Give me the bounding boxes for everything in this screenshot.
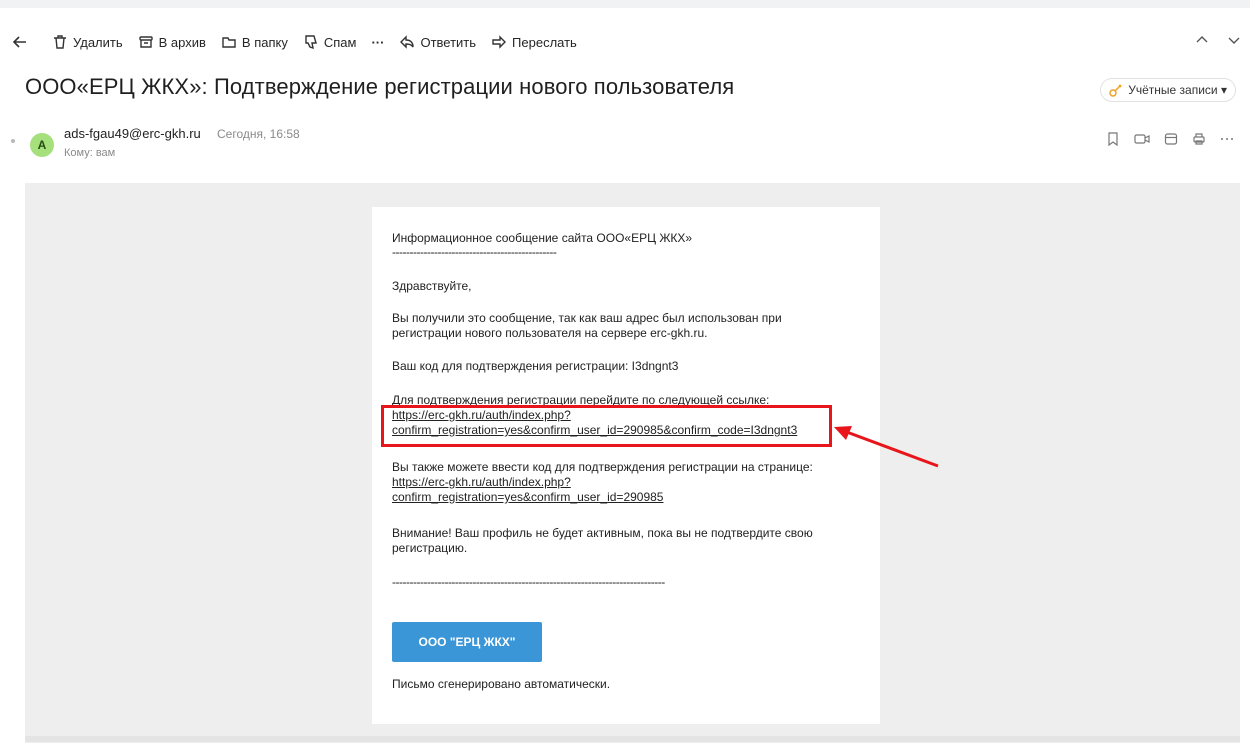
calendar-icon[interactable] [1164,132,1178,146]
unread-dot[interactable] [11,139,15,143]
top-strip [0,0,1250,8]
alt-link-part-2[interactable]: confirm_registration=yes&confirm_user_id… [392,490,663,505]
delete-button[interactable]: Удалить [52,34,123,50]
folder-move-icon [222,37,236,48]
forward-icon [492,35,507,49]
warning-line-1: Внимание! Ваш профиль не будет активным,… [392,526,813,540]
message-date: Сегодня, 16:58 [217,127,300,141]
key-icon [1109,84,1122,97]
message-toolbar: Удалить В архив В папку Спам ··· Ответит… [0,22,1250,62]
red-arrow-annotation [834,426,939,468]
back-arrow-icon[interactable] [10,32,30,57]
archive-button[interactable]: В архив [138,34,206,50]
letter-footer: Письмо сгенерировано автоматически. [392,677,611,691]
message-body-bottom-edge [25,736,1240,742]
archive-icon [138,36,153,48]
video-call-icon[interactable] [1134,132,1150,146]
accounts-label: Учётные записи ▾ [1128,83,1227,97]
delete-label: Удалить [73,34,123,50]
forward-button[interactable]: Переслать [491,34,577,50]
letter-divider-short: ----------------------------------------… [392,245,557,259]
confirmation-code-line: Ваш код для подтверждения регистрации: I… [392,359,679,373]
letter-divider-long: ----------------------------------------… [392,575,665,589]
spam-button[interactable]: Спам [303,34,357,50]
link-highlight-box [381,405,832,447]
accounts-button[interactable]: Учётные записи ▾ [1100,78,1236,102]
reply-label: Ответить [420,34,477,50]
sender-email[interactable]: ads-fgau49@erc-gkh.ru [64,126,201,141]
letter-line-2: регистрации нового пользователя на серве… [392,326,708,340]
letter-intro: Информационное сообщение сайта ООО«ЕРЦ Ж… [392,231,693,245]
trash-icon [54,35,66,49]
reply-icon [400,35,415,49]
move-to-folder-button[interactable]: В папку [221,34,288,50]
bookmark-icon[interactable] [1106,132,1120,146]
move-to-folder-label: В папку [241,34,288,50]
chevron-up-icon[interactable] [1194,32,1210,53]
letter-line-1: Вы получили это сообщение, так как ваш а… [392,311,782,325]
letter-greeting: Здравствуйте, [392,279,472,293]
alt-link-part-1[interactable]: https://erc-gkh.ru/auth/index.php? [392,475,571,490]
alt-instruction: Вы также можете ввести код для подтвержд… [392,460,813,474]
print-icon[interactable] [1192,132,1206,146]
more-icon[interactable] [1220,132,1234,146]
archive-label: В архив [158,34,206,50]
more-actions-button[interactable]: ··· [371,35,384,50]
recipient-line: Кому: вам [64,147,116,159]
message-actions [1106,132,1234,146]
more-actions-label: ··· [371,34,385,50]
forward-label: Переслать [512,34,577,50]
spam-label: Спам [323,34,357,50]
avatar[interactable]: A [30,133,54,157]
reply-button[interactable]: Ответить [399,34,476,50]
company-button[interactable]: ООО "ЕРЦ ЖКХ" [392,622,542,662]
thumb-down-icon [305,35,317,50]
warning-line-2: регистрацию. [392,541,468,555]
chevron-down-icon[interactable] [1226,32,1242,53]
message-subject: ООО«ЕРЦ ЖКХ»: Подтверждение регистрации … [25,74,735,99]
